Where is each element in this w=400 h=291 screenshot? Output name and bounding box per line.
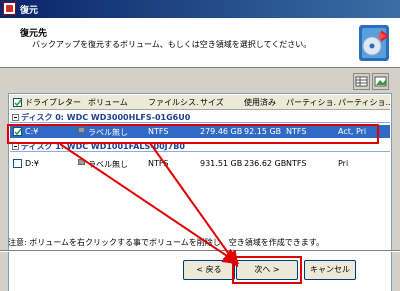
col-filesystem[interactable]: ファイルシス... xyxy=(148,97,198,108)
col-volume[interactable]: ボリューム xyxy=(88,97,146,108)
graphical-view-button[interactable] xyxy=(372,73,389,90)
content-area: ドライブレター ボリューム ファイルシス... サイズ 使用済み パーティショ.… xyxy=(0,69,400,291)
restore-logo-icon xyxy=(359,25,389,61)
title-bar: 復元 xyxy=(0,0,400,18)
col-used[interactable]: 使用済み xyxy=(244,97,284,108)
cell-partition-flags: Pri xyxy=(338,159,349,168)
note-text: 注意: ボリュームを右クリックする事でボリュームを削除し、空き領域を作成できます… xyxy=(8,238,324,247)
collapse-icon[interactable] xyxy=(12,114,19,121)
row-checkbox[interactable] xyxy=(13,159,22,168)
cell-partition-type: NTFS xyxy=(286,159,307,168)
col-partition-type[interactable]: パーティショ... xyxy=(286,97,336,108)
cell-used: 236.62 GB xyxy=(244,159,287,168)
footer-separator xyxy=(0,250,400,252)
column-header-row: ドライブレター ボリューム ファイルシス... サイズ 使用済み パーティショ.… xyxy=(10,95,390,110)
list-view-button[interactable] xyxy=(353,73,370,90)
app-icon xyxy=(3,2,16,15)
disk-label: ディスク 0: WDC WD3000HLFS-01G6U0 xyxy=(21,113,191,122)
disk-group-header[interactable]: ディスク 0: WDC WD3000HLFS-01G6U0 xyxy=(10,112,390,123)
image-view-icon xyxy=(374,76,387,87)
highlight-box-next xyxy=(232,256,302,284)
wizard-header: 復元先 バックアップを復元するボリューム、もしくは空き領域を選択してください。 xyxy=(0,18,400,68)
back-button[interactable]: < 戻る xyxy=(183,260,235,280)
cell-size: 931.51 GB xyxy=(200,159,243,168)
cell-filesystem: NTFS xyxy=(148,159,169,168)
cell-drive: D:¥ xyxy=(25,159,39,168)
page-title: 復元先 xyxy=(20,29,48,39)
drive-icon xyxy=(78,159,85,165)
col-partition-flags[interactable]: パーティショ... xyxy=(338,97,390,108)
highlight-box-volume xyxy=(7,124,379,144)
list-view-icon xyxy=(355,76,368,87)
col-size[interactable]: サイズ xyxy=(200,97,242,108)
select-all-checkbox[interactable] xyxy=(13,98,22,107)
table-row[interactable]: D:¥ ラベル無し NTFS 931.51 GB 236.62 GB NTFS … xyxy=(10,157,390,170)
cell-volume: ラベル無し xyxy=(88,160,128,169)
col-drive-letter[interactable]: ドライブレター xyxy=(25,97,87,108)
page-subtitle: バックアップを復元するボリューム、もしくは空き領域を選択してください。 xyxy=(32,40,312,49)
collapse-icon[interactable] xyxy=(12,143,19,150)
cancel-button[interactable]: キャンセル xyxy=(304,260,356,280)
window-title: 復元 xyxy=(20,6,39,16)
